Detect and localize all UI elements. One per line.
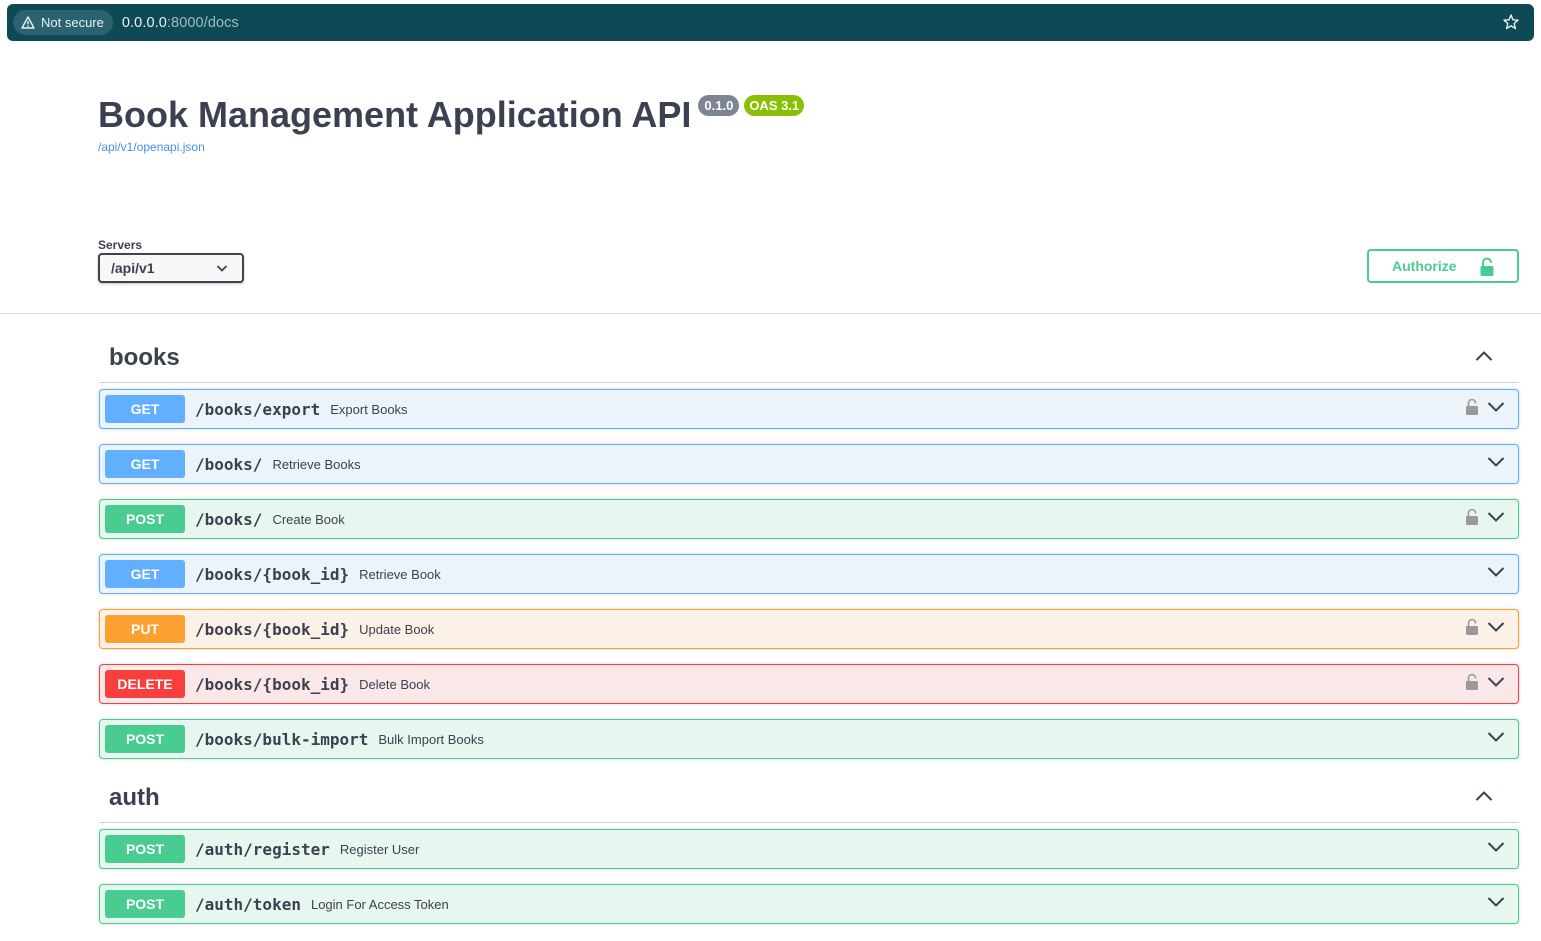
authorize-button[interactable]: Authorize bbox=[1367, 249, 1519, 283]
browser-toolbar: Not secure 0.0.0.0:8000/docs bbox=[0, 0, 1541, 45]
operation-get-book-by-id[interactable]: GET /books/{book_id} Retrieve Book bbox=[99, 554, 1519, 594]
tag-title: auth bbox=[109, 784, 160, 811]
operation-path: /books/{book_id} bbox=[195, 619, 350, 639]
url-text[interactable]: 0.0.0.0:8000/docs bbox=[122, 15, 239, 31]
method-badge: GET bbox=[105, 560, 185, 588]
servers-selected-value: /api/v1 bbox=[111, 260, 155, 276]
oas-badge: OAS 3.1 bbox=[744, 95, 805, 116]
operation-path: /books/{book_id} bbox=[195, 564, 350, 584]
chevron-up-icon bbox=[1475, 791, 1493, 801]
chevron-up-icon bbox=[1475, 351, 1493, 361]
chevron-down-icon[interactable] bbox=[1487, 566, 1505, 578]
operation-get-books[interactable]: GET /books/ Retrieve Books bbox=[99, 444, 1519, 484]
chevron-down-icon[interactable] bbox=[1487, 841, 1505, 853]
tag-title: books bbox=[109, 344, 180, 371]
operation-path: /books/ bbox=[195, 454, 263, 474]
operation-get-books-export[interactable]: GET /books/export Export Books bbox=[99, 389, 1519, 429]
method-badge: GET bbox=[105, 450, 185, 478]
url-path: :8000/docs bbox=[166, 14, 239, 31]
servers-label: Servers bbox=[98, 238, 143, 252]
chevron-down-icon[interactable] bbox=[1487, 456, 1505, 468]
unlock-icon bbox=[1480, 257, 1494, 276]
operation-path: /auth/register bbox=[195, 839, 330, 859]
security-label: Not secure bbox=[41, 15, 104, 30]
warning-icon bbox=[21, 16, 35, 29]
method-badge: POST bbox=[105, 890, 185, 918]
version-badge: 0.1.0 bbox=[698, 95, 740, 116]
lock-icon[interactable] bbox=[1465, 673, 1479, 691]
chevron-down-icon[interactable] bbox=[1487, 511, 1505, 523]
lock-icon[interactable] bbox=[1465, 618, 1479, 636]
servers-select[interactable]: /api/v1 bbox=[98, 253, 244, 283]
method-badge: DELETE bbox=[105, 670, 185, 698]
authorize-label: Authorize bbox=[1392, 258, 1457, 274]
chevron-down-icon[interactable] bbox=[1487, 896, 1505, 908]
operation-put-book-by-id[interactable]: PUT /books/{book_id} Update Book bbox=[99, 609, 1519, 649]
operation-summary: Delete Book bbox=[359, 676, 430, 692]
operation-path: /auth/token bbox=[195, 894, 301, 914]
operation-post-books[interactable]: POST /books/ Create Book bbox=[99, 499, 1519, 539]
operation-summary: Export Books bbox=[330, 401, 408, 417]
tag-header-auth[interactable]: auth bbox=[99, 776, 1519, 823]
openapi-spec-link[interactable]: /api/v1/openapi.json bbox=[98, 140, 804, 154]
method-badge: POST bbox=[105, 835, 185, 863]
api-info: Book Management Application API 0.1.0 OA… bbox=[98, 92, 805, 154]
operation-path: /books/bulk-import bbox=[195, 729, 369, 749]
security-indicator[interactable]: Not secure bbox=[13, 10, 113, 35]
header-divider bbox=[0, 313, 1541, 314]
api-title-row: Book Management Application API 0.1.0 OA… bbox=[98, 92, 805, 138]
chevron-down-icon[interactable] bbox=[1487, 676, 1505, 688]
method-badge: POST bbox=[105, 505, 185, 533]
operation-summary: Register User bbox=[339, 841, 420, 857]
chevron-down-icon bbox=[216, 265, 228, 272]
lock-icon[interactable] bbox=[1465, 508, 1479, 526]
address-bar[interactable]: Not secure 0.0.0.0:8000/docs bbox=[7, 4, 1534, 41]
chevron-down-icon[interactable] bbox=[1487, 731, 1505, 743]
operation-post-auth-register[interactable]: POST /auth/register Register User bbox=[99, 829, 1519, 869]
operation-path: /books/export bbox=[195, 399, 321, 419]
tag-header-books[interactable]: books bbox=[99, 336, 1519, 383]
operation-summary: Retrieve Book bbox=[359, 566, 441, 582]
method-badge: PUT bbox=[105, 615, 185, 643]
method-badge: GET bbox=[105, 395, 185, 423]
method-badge: POST bbox=[105, 725, 185, 753]
bookmark-star-icon[interactable] bbox=[1502, 13, 1520, 31]
operation-delete-book-by-id[interactable]: DELETE /books/{book_id} Delete Book bbox=[99, 664, 1519, 704]
operation-path: /books/{book_id} bbox=[195, 674, 350, 694]
operation-summary: Login For Access Token bbox=[310, 896, 449, 912]
operation-summary: Update Book bbox=[359, 621, 435, 637]
operation-path: /books/ bbox=[195, 509, 263, 529]
lock-icon[interactable] bbox=[1465, 398, 1479, 416]
operation-post-books-bulk-import[interactable]: POST /books/bulk-import Bulk Import Book… bbox=[99, 719, 1519, 759]
operation-summary: Create Book bbox=[272, 511, 345, 527]
url-host: 0.0.0.0 bbox=[121, 14, 167, 31]
operation-summary: Retrieve Books bbox=[272, 456, 361, 472]
operation-post-auth-token[interactable]: POST /auth/token Login For Access Token bbox=[99, 884, 1519, 924]
operation-summary: Bulk Import Books bbox=[378, 731, 484, 747]
chevron-down-icon[interactable] bbox=[1487, 401, 1505, 413]
chevron-down-icon[interactable] bbox=[1487, 621, 1505, 633]
api-title: Book Management Application API bbox=[98, 94, 692, 135]
